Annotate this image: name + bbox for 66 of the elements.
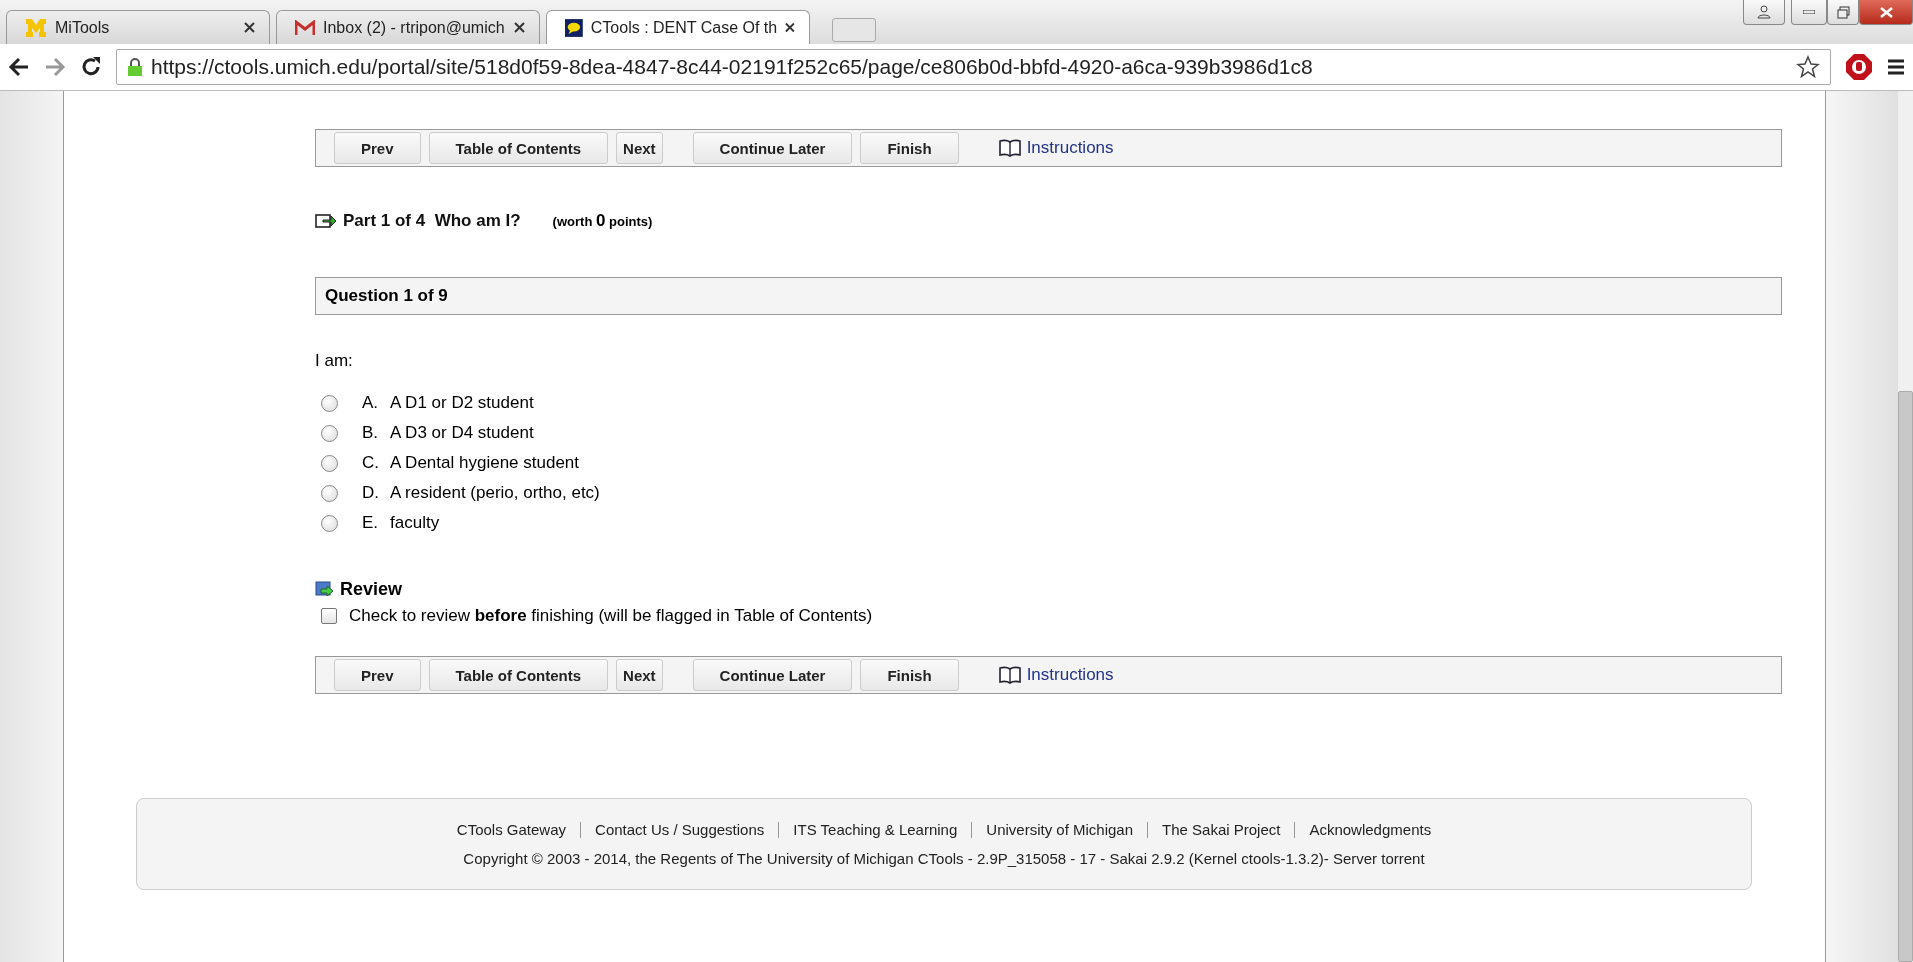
footer-link[interactable]: Contact Us / Suggestions	[595, 821, 765, 838]
profile-button[interactable]	[1743, 0, 1785, 25]
reload-icon[interactable]	[80, 56, 102, 78]
forward-icon[interactable]	[44, 57, 66, 77]
nav-button[interactable]: Next	[616, 659, 663, 691]
nav-button[interactable]: Table of Contents	[428, 132, 609, 164]
minimize-button[interactable]	[1791, 0, 1827, 25]
option-label: D. A resident (perio, ortho, etc)	[362, 483, 600, 503]
instructions-link[interactable]: Instructions	[998, 138, 1114, 158]
review-title: Review	[340, 579, 403, 600]
review-checkbox[interactable]	[321, 608, 337, 624]
review-arrow-icon	[315, 580, 335, 599]
close-window-button[interactable]	[1859, 0, 1913, 25]
restore-icon	[1836, 5, 1850, 19]
stop-sign-icon[interactable]	[1845, 53, 1873, 81]
footer-link[interactable]: CTools Gateway	[456, 821, 567, 838]
part-title: Part 1 of 4 Who am I?	[343, 211, 521, 231]
review-label: Check to review before finishing (will be flagged in Table of Contents)	[349, 606, 873, 626]
menu-icon[interactable]	[1887, 58, 1905, 76]
person-icon	[1757, 5, 1771, 19]
copyright-text: Copyright © 2003 - 2014, the Regents of The University of Michigan CTools - 2.9P_315058 - 17 - Sakai 2.9.2 (Kernel ctools-1.3.2)- Server torrent	[463, 850, 1425, 867]
mail-icon	[295, 19, 315, 36]
address-bar[interactable]: https://ctools.umich.edu/portal/site/518d0f59-8dea-4847-8c44-02191f252c65/page/ce806b0d-bbfd-4920-a6ca-939b3986d1c8	[116, 49, 1831, 85]
nav-button[interactable]: Next	[616, 132, 663, 164]
browser-tab[interactable]: CTools : DENT Case Of th	[546, 10, 810, 44]
book-icon	[998, 139, 1021, 157]
restore-button[interactable]	[1827, 0, 1859, 25]
option-label: A. A D1 or D2 student	[362, 393, 534, 413]
back-icon[interactable]	[8, 57, 30, 77]
close-icon[interactable]	[244, 22, 255, 33]
browser-tab[interactable]: MiTools	[6, 10, 270, 44]
block-m-icon	[25, 17, 47, 38]
nav-button[interactable]: Continue Later	[692, 132, 853, 164]
radio-button[interactable]	[321, 424, 338, 442]
nav-button[interactable]: Table of Contents	[428, 659, 609, 691]
radio-button[interactable]	[321, 454, 338, 472]
radio-button[interactable]	[321, 514, 338, 532]
nav-button[interactable]: Finish	[860, 132, 959, 164]
close-icon[interactable]	[785, 22, 795, 33]
speech-bubble-icon	[565, 17, 583, 38]
book-icon	[998, 666, 1021, 684]
option-label: C. A Dental hygiene student	[362, 453, 580, 473]
points-worth: (worth 0 points)	[552, 211, 653, 231]
footer-link[interactable]: The Sakai Project	[1162, 821, 1281, 838]
browser-tab[interactable]: Inbox (2) - rtripon@umich	[276, 10, 540, 44]
footer-link[interactable]: ITS Teaching & Learning	[793, 821, 958, 838]
star-icon[interactable]	[1796, 55, 1820, 79]
option-label: B. A D3 or D4 student	[362, 423, 534, 443]
footer-link[interactable]: Acknowledgments	[1309, 821, 1432, 838]
option-label: E. faculty	[362, 513, 440, 533]
minimize-icon	[1803, 10, 1815, 14]
nav-button[interactable]: Continue Later	[692, 659, 853, 691]
lock-icon	[127, 57, 143, 77]
instructions-link[interactable]: Instructions	[998, 665, 1114, 685]
nav-button[interactable]: Finish	[860, 659, 959, 691]
radio-button[interactable]	[321, 394, 338, 412]
question-prompt: I am:	[315, 351, 354, 371]
nav-button[interactable]: Prev	[334, 132, 421, 164]
close-icon	[1879, 6, 1893, 18]
close-icon[interactable]	[514, 22, 525, 33]
footer-link[interactable]: University of Michigan	[986, 821, 1134, 838]
scrollbar[interactable]	[1898, 91, 1913, 962]
page-arrow-icon	[315, 212, 337, 230]
question-header: Question 1 of 9	[315, 277, 1782, 315]
radio-button[interactable]	[321, 484, 338, 502]
nav-button[interactable]: Prev	[334, 659, 421, 691]
